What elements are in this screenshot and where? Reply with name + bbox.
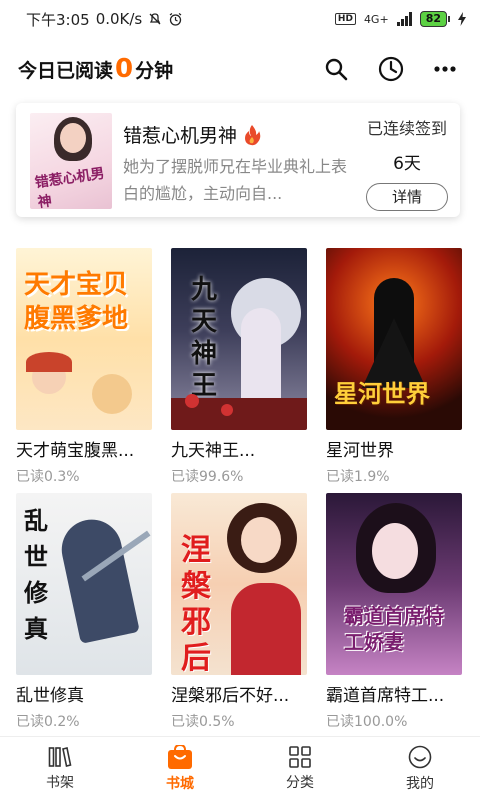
clock-icon[interactable]: [378, 56, 404, 82]
book-title[interactable]: 天才萌宝腹黑...: [16, 436, 152, 461]
status-bar: 下午3:05 0.0K/s HD 4G+ 82: [0, 0, 480, 38]
book-progress: 已读1.9%: [326, 469, 390, 485]
book-item[interactable]: 星河世界 星河世界 已读1.9%: [326, 248, 464, 493]
notifications-off-icon: [149, 13, 161, 25]
recent-book-title: 错惹心机男神: [123, 125, 238, 147]
network-type: 4G+: [363, 12, 389, 26]
book-progress: 已读100.0%: [326, 714, 408, 730]
book-cover[interactable]: 天才宝贝腹黑爹地: [16, 248, 152, 430]
profile-smile-icon: [408, 745, 432, 769]
today-reading: 今日已阅读 0 分钟: [18, 54, 173, 84]
book-progress: 已读0.5%: [171, 714, 235, 730]
book-grid: 天才宝贝腹黑爹地 天才萌宝腹黑... 已读0.3% 九天神王 九天神王... 已…: [16, 248, 464, 738]
book-cover-text: 天才宝贝腹黑爹地: [24, 270, 129, 334]
reading-suffix: 分钟: [135, 60, 174, 82]
details-button[interactable]: 详情: [366, 183, 448, 211]
book-cover-text: 霸道首席特工娇妻: [344, 604, 444, 654]
fire-icon: [245, 124, 261, 145]
tab-bookshelf[interactable]: 书架: [0, 737, 120, 801]
book-cover[interactable]: 霸道首席特工娇妻: [326, 493, 462, 675]
status-time: 下午3:05: [26, 10, 90, 29]
book-cover-text: 乱世修真: [24, 506, 48, 643]
streak-label: 已连续签到: [366, 119, 447, 138]
tab-label: 书架: [46, 775, 74, 791]
bottom-tab-bar: 书架 书城 分类 我的: [0, 736, 480, 801]
top-bar: 今日已阅读 0 分钟: [0, 38, 480, 100]
reading-minutes: 0: [115, 54, 134, 84]
store-bag-icon: [168, 745, 192, 769]
book-cover-text: 星河世界: [334, 379, 430, 408]
recent-book-description: 她为了摆脱师兄在毕业典礼上表白的尴尬，主动向自...: [123, 157, 348, 203]
more-icon[interactable]: [434, 66, 456, 72]
book-item[interactable]: 九天神王 九天神王... 已读99.6%: [171, 248, 309, 493]
book-progress: 已读0.2%: [16, 714, 80, 730]
book-cover-text: 九天神王: [191, 275, 218, 401]
battery-icon: 82: [419, 11, 450, 27]
book-cover[interactable]: 九天神王: [171, 248, 307, 430]
checkin-streak: 已连续签到 6天 详情: [359, 115, 455, 211]
recent-book-cover-title: 错惹心机男神: [34, 165, 106, 209]
charging-icon: [458, 12, 466, 26]
book-title[interactable]: 霸道首席特工...: [326, 681, 462, 706]
tab-bookstore[interactable]: 书城: [120, 737, 240, 801]
signal-icon: [396, 12, 412, 26]
book-item[interactable]: 乱世修真 乱世修真 已读0.2%: [16, 493, 154, 738]
book-title[interactable]: 乱世修真: [16, 681, 152, 706]
recent-book-card[interactable]: 错惹心机男神 错惹心机男神 她为了摆脱师兄在毕业典礼上表白的尴尬，主动向自...…: [16, 103, 460, 217]
book-title[interactable]: 涅槃邪后不好...: [171, 681, 307, 706]
bookshelf-icon: [48, 747, 72, 767]
tab-category[interactable]: 分类: [240, 737, 360, 801]
battery-level: 82: [419, 11, 447, 27]
alarm-icon: [169, 12, 182, 26]
book-title[interactable]: 星河世界: [326, 436, 462, 461]
search-icon[interactable]: [324, 57, 348, 81]
book-cover[interactable]: 涅槃邪后: [171, 493, 307, 675]
book-cover[interactable]: 乱世修真: [16, 493, 152, 675]
book-item[interactable]: 天才宝贝腹黑爹地 天才萌宝腹黑... 已读0.3%: [16, 248, 154, 493]
category-grid-icon: [289, 746, 311, 768]
book-item[interactable]: 霸道首席特工娇妻 霸道首席特工... 已读100.0%: [326, 493, 464, 738]
book-item[interactable]: 涅槃邪后 涅槃邪后不好... 已读0.5%: [171, 493, 309, 738]
book-progress: 已读0.3%: [16, 469, 80, 485]
book-cover[interactable]: 星河世界: [326, 248, 462, 430]
tab-profile[interactable]: 我的: [360, 737, 480, 801]
book-cover-text: 涅槃邪后: [181, 533, 211, 675]
hd-badge: HD: [334, 13, 356, 25]
tab-label: 书城: [166, 776, 194, 792]
network-speed: 0.0K/s: [95, 10, 143, 28]
tab-label: 分类: [286, 775, 314, 791]
streak-days: 6天: [393, 154, 421, 174]
book-progress: 已读99.6%: [171, 469, 244, 485]
tab-label: 我的: [406, 776, 434, 792]
book-title[interactable]: 九天神王...: [171, 436, 307, 461]
recent-book-cover[interactable]: 错惹心机男神: [30, 113, 112, 209]
reading-prefix: 今日已阅读: [18, 60, 114, 82]
